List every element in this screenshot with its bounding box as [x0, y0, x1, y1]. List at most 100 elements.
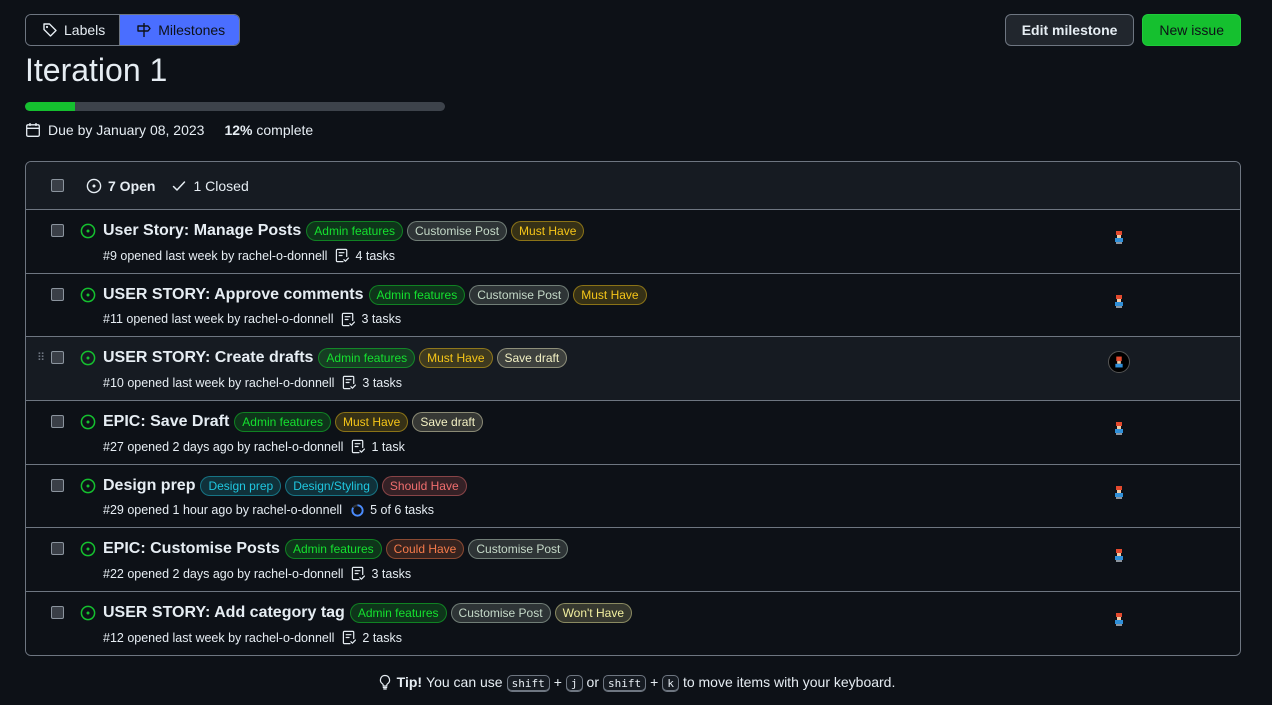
issue-title-link[interactable]: USER STORY: Create drafts	[103, 349, 313, 367]
issue-open-icon	[80, 287, 96, 303]
issue-title-link[interactable]: EPIC: Customise Posts	[103, 540, 280, 558]
row-checkbox[interactable]	[51, 351, 64, 365]
issue-title-link[interactable]: USER STORY: Approve comments	[103, 286, 364, 304]
task-count[interactable]: 5 of 6 tasks	[350, 503, 434, 518]
drag-handle[interactable]: ⠿	[37, 351, 45, 364]
issue-title-line: USER STORY: Approve comments Admin featur…	[103, 284, 647, 305]
labels-tab[interactable]: Labels	[26, 15, 120, 45]
row-checkbox[interactable]	[51, 287, 64, 301]
issue-label[interactable]: Admin features	[349, 603, 447, 624]
issue-meta-line: #9 opened last week by rachel-o-donnell 4…	[103, 248, 395, 263]
issue-label[interactable]: Design prep	[200, 475, 282, 496]
table-row[interactable]: USER STORY: Approve comments Admin featur…	[26, 273, 1240, 338]
lightbulb-icon	[379, 674, 390, 690]
task-count[interactable]: 3 tasks	[342, 375, 402, 390]
assignee-avatar[interactable]	[1110, 228, 1128, 246]
tip-pre: You can use	[426, 674, 503, 690]
table-row[interactable]: EPIC: Save Draft Admin features Must Have S…	[26, 401, 1240, 465]
issue-meta: #22 opened 2 days ago by rachel-o-donnel…	[103, 566, 344, 581]
issue-label[interactable]: Customise Post	[469, 284, 570, 305]
issue-label[interactable]: Admin features	[284, 539, 382, 560]
issue-label[interactable]: Design/Styling	[285, 475, 378, 496]
issue-open-icon	[80, 414, 96, 430]
issue-title-line: Design prep Design prep Design/Styling Shou…	[103, 475, 467, 496]
issue-label[interactable]: Customise Post	[468, 539, 569, 560]
issue-open-icon	[80, 605, 96, 621]
edit-milestone-button[interactable]: Edit milestone	[1004, 14, 1135, 46]
issue-label[interactable]: Admin features	[318, 348, 416, 369]
table-row[interactable]: USER STORY: Add category tag Admin featur…	[26, 592, 1240, 655]
task-count[interactable]: 2 tasks	[342, 630, 402, 645]
issue-meta-line: #11 opened last week by rachel-o-donnell…	[103, 312, 401, 327]
assignee-avatar[interactable]	[1110, 546, 1128, 564]
assignee-avatar[interactable]	[1110, 292, 1128, 310]
issues-list-header: 7 Open 1 Closed	[26, 162, 1240, 210]
issue-meta: #9 opened last week by rachel-o-donnell	[103, 248, 328, 263]
table-row[interactable]: EPIC: Customise Posts Admin features Could…	[26, 528, 1240, 593]
percent-value: 12%	[224, 122, 253, 138]
task-count[interactable]: 3 tasks	[351, 566, 411, 581]
row-checkbox[interactable]	[51, 542, 64, 556]
progress-ring-icon	[351, 504, 364, 517]
table-row[interactable]: User Story: Manage Posts Admin features Cu…	[26, 210, 1240, 274]
assignee-avatar[interactable]	[1110, 610, 1128, 628]
issue-title-line: User Story: Manage Posts Admin features Cu…	[103, 221, 585, 241]
issue-open-icon	[80, 542, 96, 557]
assignee-avatar[interactable]	[1110, 483, 1128, 501]
task-count-label: 1 task	[371, 439, 405, 454]
open-count: 7 Open	[108, 177, 156, 194]
milestones-tab[interactable]: Milestones	[119, 15, 240, 45]
issue-label[interactable]: Save draft	[496, 348, 568, 369]
issue-label[interactable]: Save draft	[412, 412, 484, 433]
tasklist-icon	[352, 439, 366, 454]
row-checkbox[interactable]	[51, 224, 64, 237]
assignee-avatar[interactable]	[1108, 351, 1130, 374]
issue-meta-line: #12 opened last week by rachel-o-donnell…	[103, 630, 402, 645]
issue-label[interactable]: Won't Have	[554, 603, 632, 624]
task-count-label: 3 tasks	[371, 566, 412, 581]
assignee-avatar[interactable]	[1110, 419, 1128, 437]
issue-label[interactable]: Admin features	[306, 221, 403, 241]
issue-meta-line: #22 opened 2 days ago by rachel-o-donnel…	[103, 566, 411, 581]
check-icon	[173, 180, 186, 191]
tasklist-icon	[343, 376, 357, 390]
table-row[interactable]: Design prep Design prep Design/Styling Shou…	[26, 464, 1240, 529]
page-title: Iteration 1	[25, 52, 168, 88]
table-row[interactable]: ⠿ USER STORY: Create drafts Admin features…	[26, 337, 1240, 402]
plus-2: +	[650, 674, 659, 690]
task-count[interactable]: 3 tasks	[341, 312, 401, 327]
kbd-k: k	[662, 674, 679, 692]
milestone-progress-fill	[25, 102, 76, 111]
complete-word: complete	[256, 122, 314, 138]
plus-1: +	[553, 674, 562, 690]
issue-label[interactable]: Admin features	[234, 412, 331, 433]
issue-title-link[interactable]: User Story: Manage Posts	[103, 222, 301, 240]
issue-label[interactable]: Customise Post	[407, 221, 508, 241]
closed-filter[interactable]: 1 Closed	[171, 178, 249, 194]
issue-title-link[interactable]: Design prep	[103, 477, 195, 495]
milestone-progress-bar	[25, 102, 445, 111]
issue-label[interactable]: Admin features	[368, 284, 466, 305]
open-filter[interactable]: 7 Open	[86, 178, 155, 194]
issue-label[interactable]: Must Have	[334, 412, 409, 433]
issue-title-link[interactable]: USER STORY: Add category tag	[103, 604, 345, 622]
task-count[interactable]: 4 tasks	[335, 248, 395, 263]
issue-label[interactable]: Must Have	[573, 284, 647, 305]
new-issue-button[interactable]: New issue	[1142, 14, 1241, 46]
task-count[interactable]: 1 task	[351, 439, 405, 454]
issue-title-line: USER STORY: Create drafts Admin features M…	[103, 348, 568, 369]
task-count-label: 4 tasks	[355, 248, 396, 263]
row-checkbox[interactable]	[51, 415, 64, 429]
issue-label[interactable]: Must Have	[419, 348, 493, 369]
issue-open-icon	[80, 223, 96, 239]
issue-label[interactable]: Must Have	[511, 221, 585, 241]
issue-title-link[interactable]: EPIC: Save Draft	[103, 413, 229, 431]
issue-label[interactable]: Should Have	[381, 475, 467, 496]
task-count-label: 3 tasks	[361, 312, 402, 327]
issue-label[interactable]: Customise Post	[450, 603, 551, 624]
issue-label[interactable]: Could Have	[385, 539, 465, 560]
issue-meta-line: #10 opened last week by rachel-o-donnell…	[103, 375, 402, 390]
row-checkbox[interactable]	[51, 606, 64, 620]
row-checkbox[interactable]	[51, 478, 64, 492]
select-all-checkbox[interactable]	[51, 179, 64, 192]
